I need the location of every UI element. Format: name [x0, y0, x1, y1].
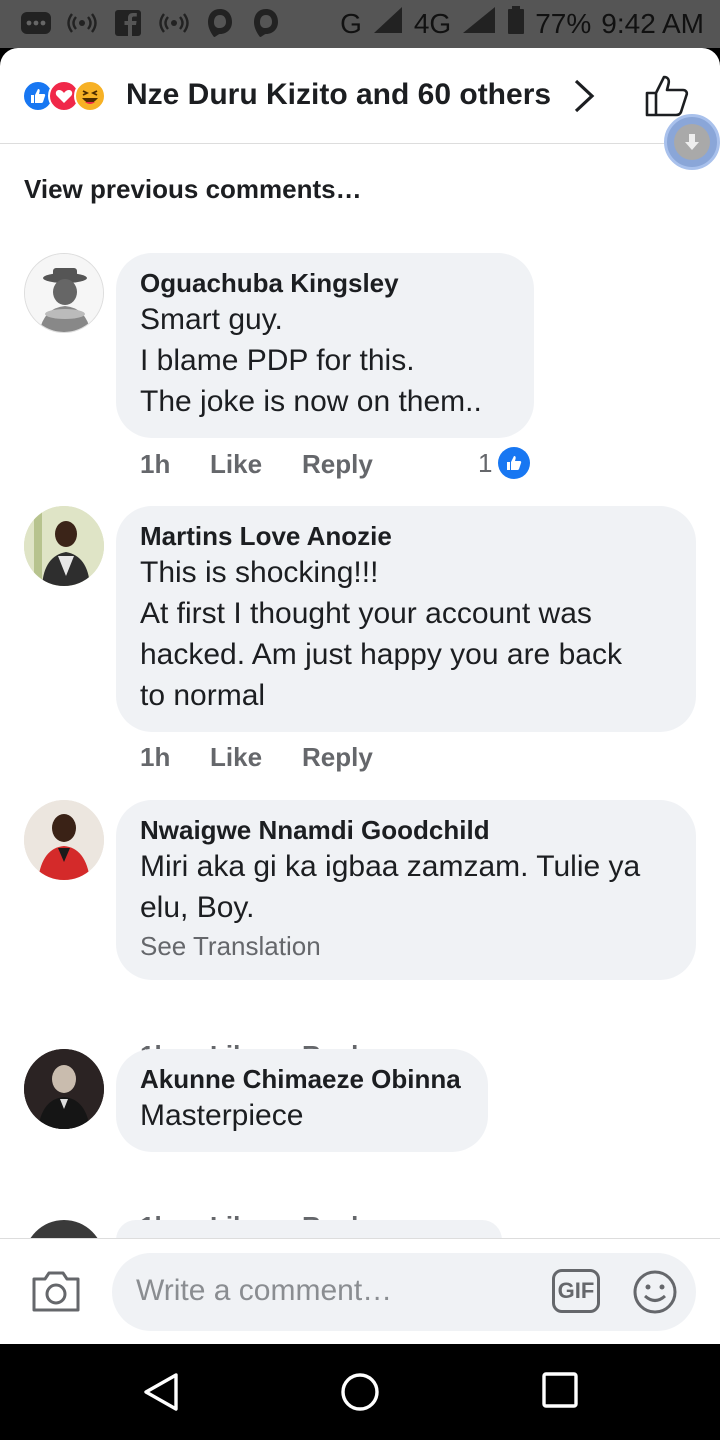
comment-time: 1h: [140, 742, 171, 772]
comment-text: Smart guy. I blame PDP for this. The jok…: [140, 303, 482, 418]
comment-text: This is shocking!!! At first I thought y…: [140, 556, 622, 712]
see-translation-link[interactable]: See Translation: [140, 928, 672, 964]
battery-icon: [507, 6, 525, 41]
view-previous-comments-link[interactable]: View previous comments…: [24, 174, 362, 205]
reactions-header[interactable]: Nze Duru Kizito and 60 others: [0, 48, 720, 144]
p-app-icon: [204, 8, 236, 38]
chat-icon: [20, 8, 52, 38]
comment-text: Miri aka gi ka igbaa zamzam. Tulie ya el…: [140, 850, 641, 924]
radio-icon: [158, 8, 190, 38]
comment-like-count[interactable]: 1: [478, 447, 531, 479]
reactions-summary[interactable]: Nze Duru Kizito and 60 others: [126, 78, 551, 112]
status-bar: G 4G 77% 9:42 AM: [0, 0, 720, 48]
reply-button[interactable]: Reply: [302, 742, 373, 773]
like-count-number: 1: [478, 447, 493, 478]
radio-icon: [66, 8, 98, 38]
network-label: 4G: [413, 7, 452, 39]
comment-bubble[interactable]: Nwaigwe Nnamdi Goodchild Miri aka gi ka …: [116, 800, 696, 980]
p-app-icon: [250, 8, 282, 38]
avatar[interactable]: [24, 253, 104, 333]
like-button[interactable]: Like: [210, 742, 302, 773]
back-icon[interactable]: [142, 1372, 180, 1417]
comment-composer: Write a comment… GIF: [0, 1238, 720, 1344]
avatar[interactable]: [24, 506, 104, 586]
chevron-right-icon[interactable]: [572, 78, 596, 119]
recents-icon[interactable]: [542, 1372, 578, 1413]
avatar[interactable]: [24, 1049, 104, 1129]
navigation-bar: [0, 1344, 720, 1440]
signal-icon: [372, 6, 404, 41]
facebook-icon: [112, 8, 144, 38]
comment-author[interactable]: Oguachuba Kingsley: [140, 267, 510, 299]
reply-button[interactable]: Reply: [302, 449, 373, 480]
like-button[interactable]: Like: [210, 449, 302, 480]
clock: 9:42 AM: [601, 7, 704, 39]
comment-author[interactable]: Martins Love Anozie: [140, 520, 672, 552]
comment-input-placeholder: Write a comment…: [136, 1274, 393, 1307]
comment-bubble[interactable]: Oguachuba Kingsley Smart guy. I blame PD…: [116, 253, 534, 438]
haha-icon: [74, 80, 106, 112]
gif-button[interactable]: GIF: [552, 1269, 600, 1313]
comment-input[interactable]: Write a comment… GIF: [112, 1253, 696, 1331]
comment-bubble[interactable]: Akunne Chimaeze Obinna Masterpiece: [116, 1049, 488, 1152]
comment-actions: 1h Like Reply: [140, 742, 373, 773]
reaction-icons: [22, 80, 106, 112]
battery-level: 77%: [535, 7, 592, 39]
signal-icon: [461, 6, 497, 41]
like-icon: [498, 447, 531, 479]
home-icon[interactable]: [340, 1372, 380, 1417]
emoji-icon[interactable]: [632, 1269, 678, 1320]
comments-sheet: Nze Duru Kizito and 60 others View previ…: [0, 48, 720, 1344]
comment-time: 1h: [140, 449, 171, 479]
download-button[interactable]: [664, 114, 720, 170]
comment-author[interactable]: Akunne Chimaeze Obinna: [140, 1063, 464, 1095]
camera-icon[interactable]: [30, 1269, 82, 1318]
avatar[interactable]: [24, 800, 104, 880]
comment-actions: 1h Like Reply: [140, 449, 373, 480]
comment-bubble[interactable]: Martins Love Anozie This is shocking!!! …: [116, 506, 696, 732]
network-label: G: [340, 7, 362, 39]
comment-text: Masterpiece: [140, 1099, 304, 1132]
comment-author[interactable]: Nwaigwe Nnamdi Goodchild: [140, 814, 672, 846]
